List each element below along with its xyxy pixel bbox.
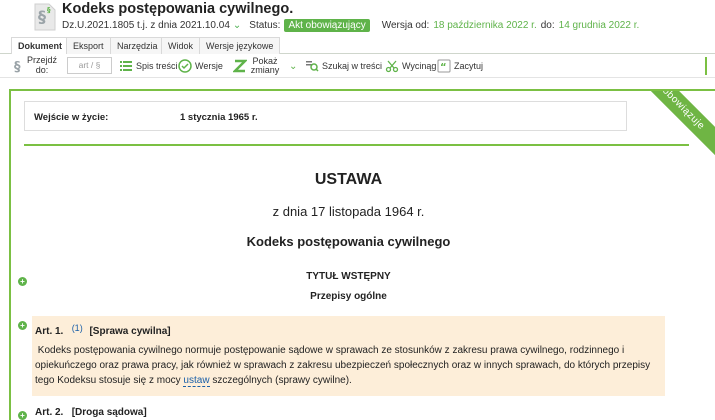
toolbar: § Przejdź do: art / § Spis treści Wersje… [0,54,715,78]
title-subtitle: Przepisy ogólne [310,291,387,302]
article-1-title: [Sprawa cywilna] [89,326,171,337]
search-label: Szukaj w treści [322,61,383,71]
version-to-label: do: [540,20,555,31]
z-changes-icon [233,59,247,73]
toolbar-edge [705,57,715,75]
act-date: z dnia 17 listopada 1964 r. [272,204,425,219]
article-2-title: [Droga sądowa] [71,407,147,418]
article-1-label: Art. 1. [35,326,64,337]
versions-label: Wersje [195,61,223,71]
article-1: Art. 1. (1) [Sprawa cywilna] Kodeks post… [32,316,665,396]
clock-check-icon [178,59,192,73]
ustaw-link[interactable]: ustaw [183,375,210,387]
expand-article-2-icon[interactable]: + [18,411,27,420]
entry-into-force-box: Wejście w życie: 1 stycznia 1965 r. [24,101,627,131]
title-section: TYTUŁ WSTĘPNY [306,271,391,282]
paragraph-document-icon: § § [34,3,56,31]
quote-button[interactable]: “ Zacytuj [437,54,483,78]
dzu-reference: Dz.U.2021.1805 t.j. z dnia 2021.10.04 [62,20,230,31]
goto-label: Przejdź do: [26,55,57,75]
article-2-label: Art. 2. [35,407,64,418]
version-from-date[interactable]: 18 października 2022 r. [433,20,536,31]
show-changes-label: Pokaż zmiany [250,56,280,75]
tab-eksport[interactable]: Eksport [66,37,111,54]
quote-label: Zacytuj [454,61,484,71]
page-title: Kodeks postępowania cywilnego. [62,1,294,17]
toc-label: Spis treści [136,61,178,71]
excerpt-button[interactable]: Wycinąg [385,54,436,78]
show-changes-button[interactable]: Pokaż zmiany [233,54,280,78]
article-1-text: Kodeks postępowania cywilnego normuje po… [35,343,660,388]
svg-text:§: § [47,6,51,14]
search-button[interactable]: Szukaj w treści [305,54,382,78]
tab-narzedzia[interactable]: Narzędzia [110,37,165,54]
svg-text:§: § [38,7,46,26]
article-1-text-end: szczególnych (sprawy cywilne). [209,375,352,386]
search-icon [306,61,319,72]
article-2-heading: Art. 2. [Droga sądowa] [35,407,147,418]
svg-text:§: § [14,60,21,73]
excerpt-label: Wycinąg [402,61,437,71]
article-1-heading: Art. 1. (1) [Sprawa cywilna] [35,323,171,337]
toc-button[interactable]: Spis treści [119,54,178,78]
goto-input[interactable]: art / § [67,57,112,74]
act-type: USTAWA [314,171,383,188]
tab-widok[interactable]: Widok [161,37,201,54]
tab-dokument[interactable]: Dokument [11,37,70,55]
entry-value: 1 stycznia 1965 r. [180,112,258,123]
document-content: obowiązuje Wejście w życie: 1 stycznia 1… [9,89,715,420]
act-name: Kodeks postępowania cywilnego [246,234,451,249]
list-icon [120,61,132,71]
status-badge: Akt obowiązujący [284,19,370,32]
version-to-date[interactable]: 14 grudnia 2022 r. [559,20,640,31]
document-meta: Dz.U.2021.1805 t.j. z dnia 2021.10.04 ⌄ … [62,19,639,32]
divider [24,144,689,146]
document-header: § § Kodeks postępowania cywilnego. Dz.U.… [0,0,715,36]
versions-button[interactable]: Wersje [178,54,223,78]
scissors-icon [385,60,399,73]
tab-bar: Dokument Eksport Narzędzia Widok Wersje … [0,36,715,55]
article-1-ref[interactable]: (1) [72,323,83,333]
svg-text:“: “ [440,62,447,73]
status-label: Status: [249,20,281,31]
quote-icon: “ [437,59,451,73]
chevron-down-icon[interactable]: ⌄ [233,20,241,31]
show-changes-chevron-icon[interactable]: ⌄ [289,54,297,78]
expand-article-1-icon[interactable]: + [18,321,27,330]
tab-wersje-jezykowe[interactable]: Wersje językowe [199,37,281,54]
entry-label: Wejście w życie: [34,112,109,123]
status-ribbon: obowiązuje [626,91,715,166]
version-from-label: Wersja od: [381,20,430,31]
